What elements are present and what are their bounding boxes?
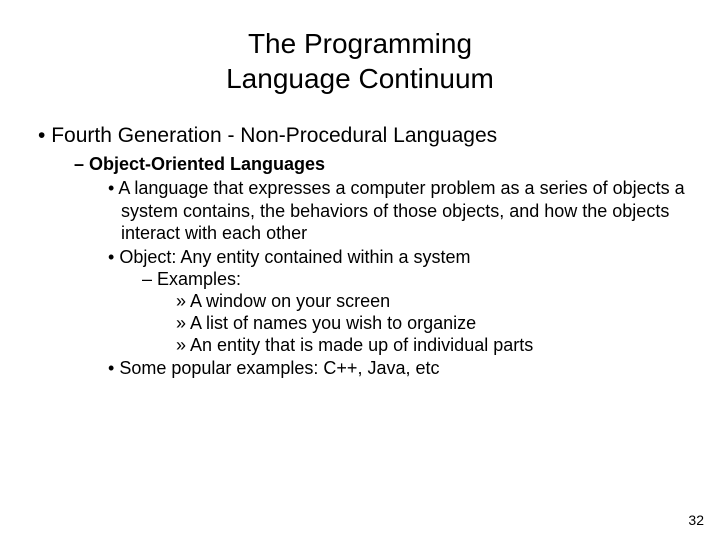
page-number: 32 — [688, 512, 704, 528]
bullet-level5-item1: A window on your screen — [176, 291, 690, 312]
bullet-level3-item3: Some popular examples: C++, Java, etc — [108, 357, 690, 380]
level3-text-2: Object: Any entity contained within a sy… — [119, 247, 470, 267]
level5-text-2: A list of names you wish to organize — [190, 313, 476, 333]
bullet-level1: Fourth Generation - Non-Procedural Langu… — [38, 124, 690, 148]
level3-text-1: A language that expresses a computer pro… — [118, 178, 684, 243]
title-line-1: The Programming — [248, 28, 472, 59]
level4-text-1: Examples: — [157, 269, 241, 289]
slide-title: The Programming Language Continuum — [30, 26, 690, 96]
bullet-level3-item2: Object: Any entity contained within a sy… — [108, 246, 690, 269]
level1-text: Fourth Generation - Non-Procedural Langu… — [51, 124, 497, 147]
level3-text-3: Some popular examples: C++, Java, etc — [119, 358, 439, 378]
level2-text: Object-Oriented Languages — [89, 154, 325, 174]
bullet-level2: Object-Oriented Languages — [74, 154, 690, 175]
bullet-level5-item2: A list of names you wish to organize — [176, 313, 690, 334]
bullet-level4-item1: Examples: — [142, 269, 690, 290]
title-line-2: Language Continuum — [226, 63, 494, 94]
level5-text-1: A window on your screen — [190, 291, 390, 311]
bullet-level5-item3: An entity that is made up of individual … — [176, 335, 690, 356]
level5-text-3: An entity that is made up of individual … — [190, 335, 533, 355]
bullet-level3-item1: A language that expresses a computer pro… — [108, 177, 690, 245]
